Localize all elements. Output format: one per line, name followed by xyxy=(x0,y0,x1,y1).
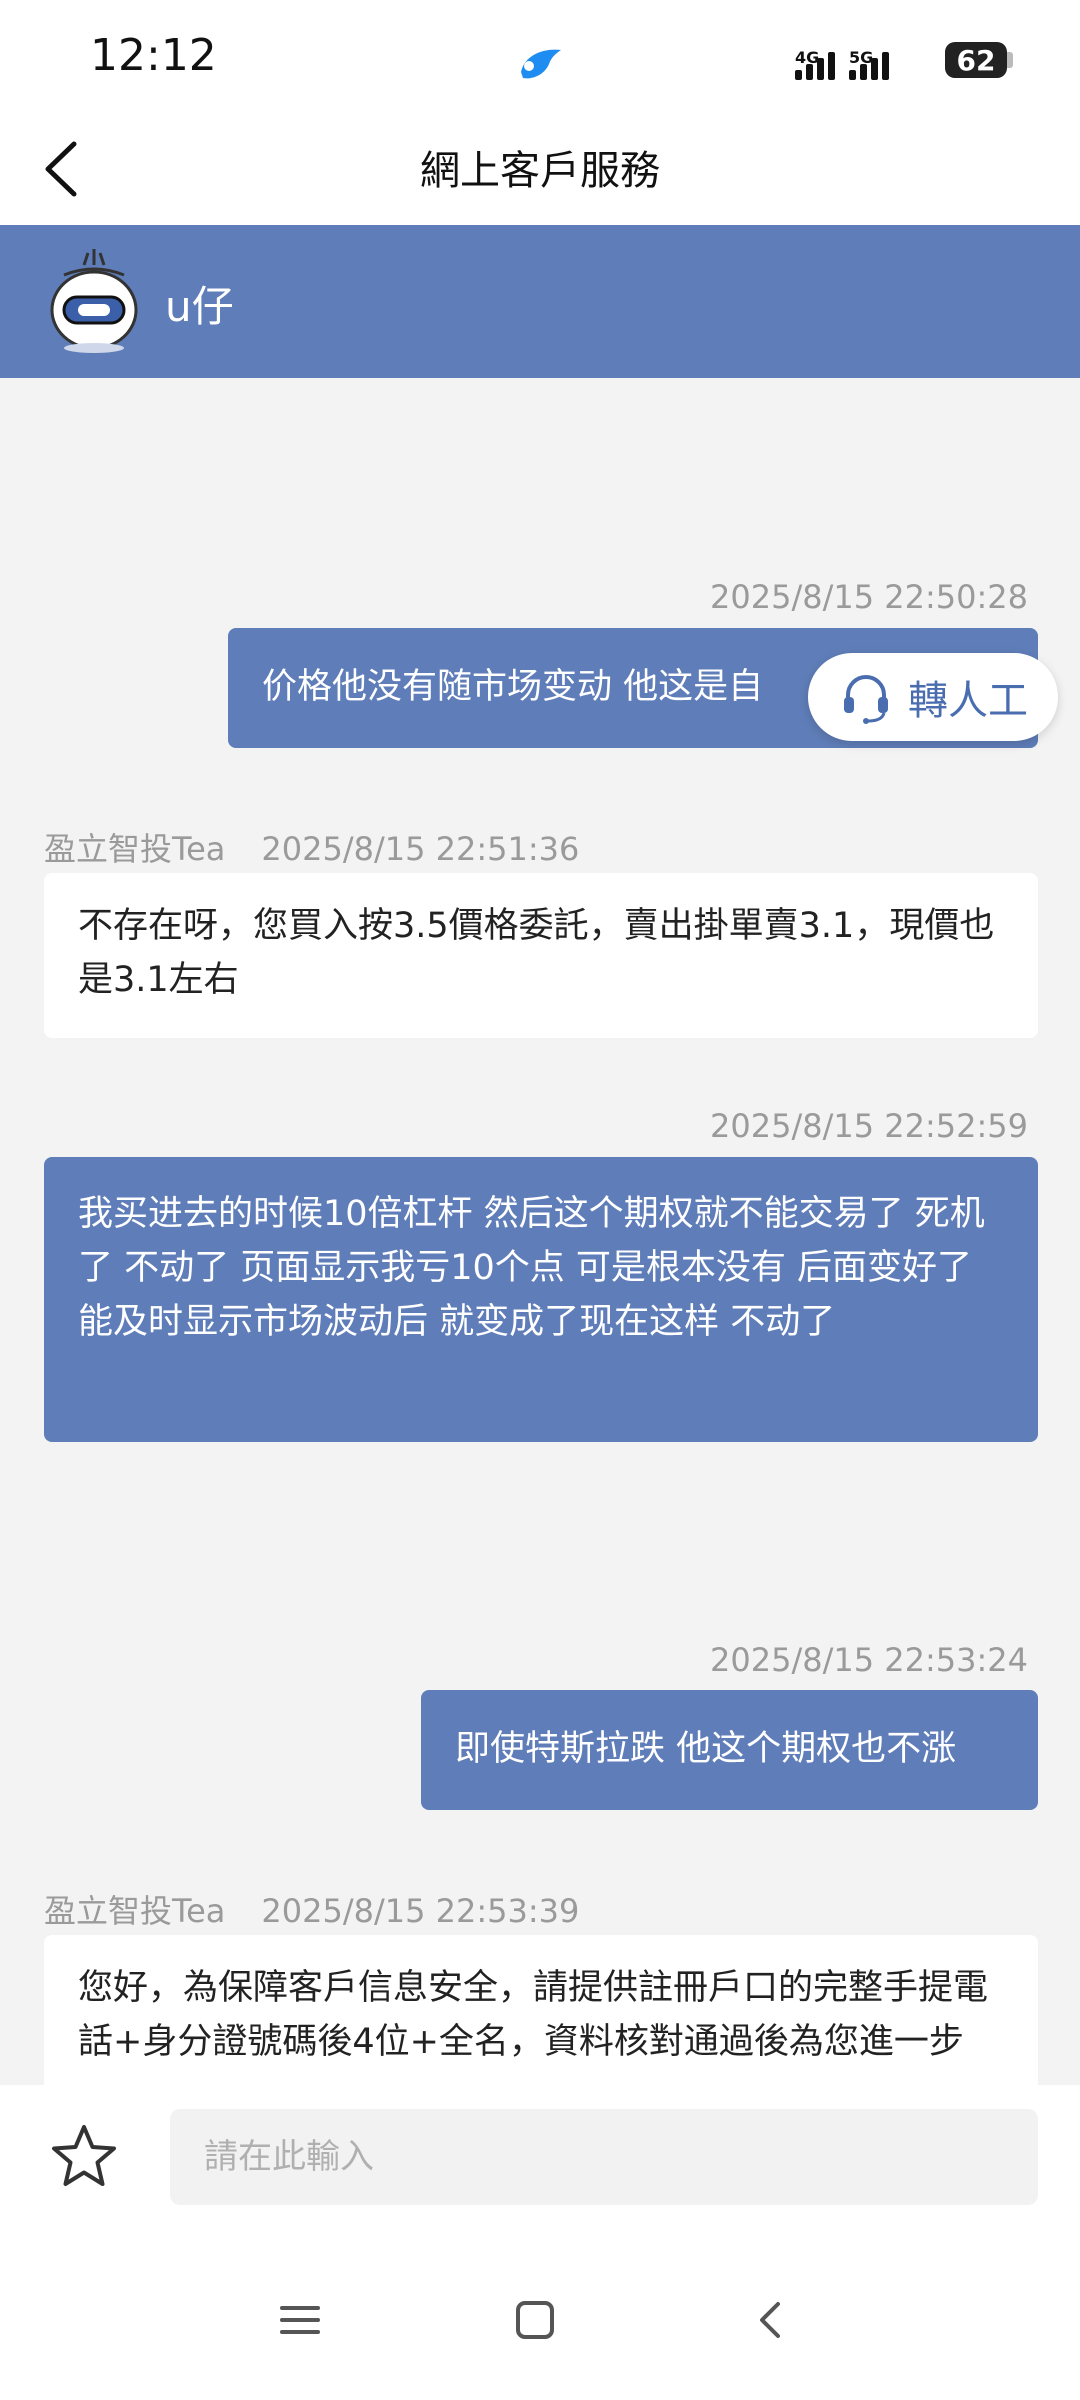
battery-icon: 62 xyxy=(945,42,1007,78)
home-icon[interactable] xyxy=(505,2290,565,2350)
signal-4g-icon: 4G xyxy=(795,48,835,80)
message-timestamp: 2025/8/15 22:52:59 xyxy=(710,1107,1028,1145)
outgoing-message: 即使特斯拉跌 他这个期权也不涨 xyxy=(421,1690,1038,1810)
agent-bar: u仔 xyxy=(0,225,1080,378)
robot-avatar-icon xyxy=(50,249,138,353)
incoming-message: 您好，為保障客戶信息安全，請提供註冊戶口的完整手提電話+身分證號碼後4位+全名，… xyxy=(44,1935,1038,2085)
headset-icon xyxy=(844,675,888,724)
transfer-to-agent-button[interactable]: 轉人工 xyxy=(808,653,1058,741)
sender-name: 盈立智投Tea xyxy=(44,830,226,868)
menu-icon[interactable] xyxy=(270,2290,330,2350)
signal-indicators: 4G 5G xyxy=(795,40,889,80)
nav-back-icon[interactable] xyxy=(740,2290,800,2350)
sender-name: 盈立智投Tea xyxy=(44,1892,226,1930)
outgoing-message: 我买进去的时候10倍杠杆 然后这个期权就不能交易了 死机了 不动了 页面显示我亏… xyxy=(44,1157,1038,1442)
transfer-label: 轉人工 xyxy=(908,678,1028,724)
incoming-message: 不存在呀，您買入按3.5價格委託，賣出掛單賣3.1，現價也是3.1左右 xyxy=(44,873,1038,1038)
message-timestamp: 2025/8/15 22:53:24 xyxy=(710,1641,1028,1679)
input-bar xyxy=(0,2085,1080,2235)
star-icon[interactable] xyxy=(48,2121,120,2193)
message-timestamp: 2025/8/15 22:51:36 xyxy=(261,830,580,868)
chat-area[interactable]: 2025/8/15 22:50:28 价格他没有随市场变动 他这是自 盈立智投T… xyxy=(0,378,1080,2085)
signal-5g-icon: 5G xyxy=(849,48,889,80)
message-timestamp: 2025/8/15 22:50:28 xyxy=(710,578,1028,616)
page-title: 網上客戶服務 xyxy=(420,148,660,194)
app-notification-icon xyxy=(521,49,561,79)
message-meta: 盈立智投Tea 2025/8/15 22:53:39 xyxy=(44,1886,579,1932)
message-input[interactable] xyxy=(170,2109,1038,2205)
status-time: 12:12 xyxy=(90,30,217,81)
battery-cap xyxy=(1007,52,1013,68)
app-header: 網上客戶服務 xyxy=(0,120,1080,225)
status-bar: 12:12 4G 5G 62 xyxy=(0,0,1080,120)
system-nav-bar xyxy=(0,2235,1080,2400)
message-meta: 盈立智投Tea 2025/8/15 22:51:36 xyxy=(44,824,579,870)
message-timestamp: 2025/8/15 22:53:39 xyxy=(261,1892,580,1930)
agent-name: u仔 xyxy=(165,282,234,331)
